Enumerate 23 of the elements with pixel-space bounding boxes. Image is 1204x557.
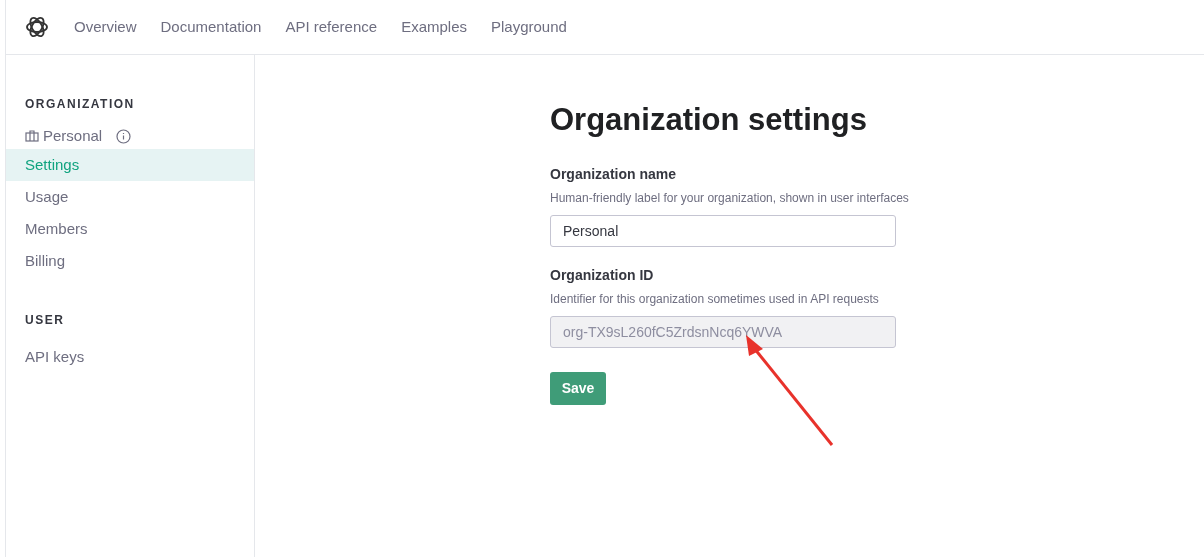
save-button[interactable]: Save bbox=[550, 371, 606, 405]
briefcase-icon bbox=[25, 130, 39, 142]
sidebar-item[interactable]: API keys bbox=[6, 341, 254, 373]
sidebar-item[interactable]: Settings bbox=[6, 149, 254, 181]
section-heading: USER bbox=[24, 312, 66, 329]
sidebar-item[interactable]: Members bbox=[6, 213, 254, 245]
sidebar-item[interactable]: Usage bbox=[6, 181, 254, 213]
nav-link[interactable]: API reference bbox=[285, 15, 378, 39]
field-help: Identifier for this organization sometimes used in API requests bbox=[550, 290, 880, 308]
nav-link[interactable]: Overview bbox=[74, 15, 137, 39]
info-icon[interactable] bbox=[116, 128, 132, 144]
field-label: Organization name bbox=[550, 164, 678, 184]
page-title: Organization settings bbox=[550, 101, 868, 139]
section-heading: ORGANIZATION bbox=[24, 96, 136, 113]
logo-icon[interactable] bbox=[24, 14, 50, 40]
nav-link[interactable]: Documentation bbox=[160, 15, 262, 39]
input-field[interactable]: Personal bbox=[550, 214, 896, 247]
field-help: Human-friendly label for your organization, shown in user interfaces bbox=[550, 189, 910, 207]
nav-link[interactable]: Playground bbox=[491, 15, 567, 39]
sidebar-item[interactable]: Billing bbox=[6, 245, 254, 277]
nav-link[interactable]: Examples bbox=[401, 15, 467, 39]
organization-name[interactable]: Personal bbox=[43, 124, 103, 148]
field-label: Organization ID bbox=[550, 265, 655, 285]
